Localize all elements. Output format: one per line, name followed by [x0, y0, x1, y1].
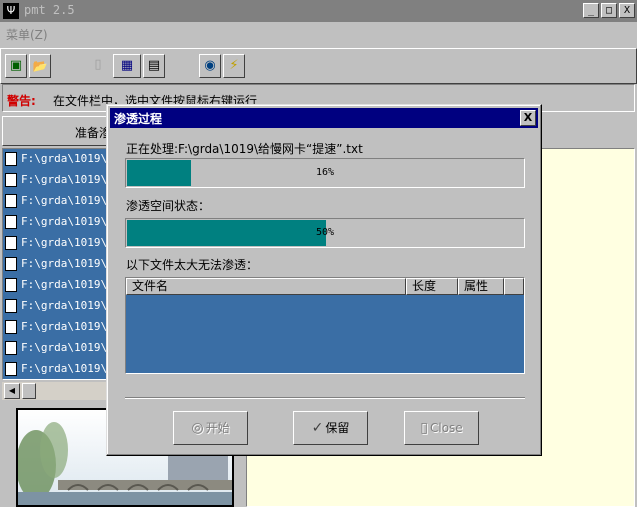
file-path: F:\grda\1019\巧 [21, 320, 119, 333]
circle-arrows-icon: ◎ [191, 420, 204, 436]
dialog-close-button[interactable]: X [520, 110, 536, 126]
file-icon [5, 152, 17, 166]
space-status-label: 渗透空间状态： [126, 199, 211, 213]
menu-item-main[interactable]: 菜单(Z) [6, 26, 48, 43]
file-path: F:\grda\1019\巧 [21, 341, 119, 354]
column-header-attributes[interactable]: 属性 [458, 278, 504, 295]
file-icon [5, 362, 17, 376]
file-path: F:\grda\1019\刷 [21, 194, 119, 207]
start-button[interactable]: ◎ 开始 [173, 411, 248, 445]
toolbar: ▣ 📂 ▯ ▦ ▤ ◉ ⚡ [0, 48, 637, 84]
file-path: F:\grda\1019\导 [21, 278, 119, 291]
file-path: F:\grda\1019\如 [21, 299, 119, 312]
globe-user-icon: ◉ [204, 58, 216, 73]
globe-user-button[interactable]: ◉ [199, 54, 221, 78]
grid-options-button[interactable]: ▦ [113, 54, 141, 78]
file-path: F:\grda\1019\刷 [21, 236, 119, 249]
keep-button[interactable]: ✓ 保留 [293, 411, 368, 445]
open-folder-button[interactable]: 📂 [29, 54, 51, 78]
file-path: F:\grda\1019\短 [21, 362, 119, 375]
file-icon [5, 173, 17, 187]
file-icon [5, 257, 17, 271]
close-icon: X [523, 111, 533, 124]
scroll-left-button[interactable]: ◀ [4, 383, 20, 399]
file-icon [5, 236, 17, 250]
save-button[interactable]: ▤ [143, 54, 165, 78]
close-button[interactable]: ▯ Close [404, 411, 479, 445]
app-logo-icon: Ψ [3, 3, 19, 19]
file-path: F:\grda\1019\刷 [21, 173, 119, 186]
start-button-label: 开始 [205, 421, 230, 435]
folder-open-icon: 📂 [32, 59, 48, 73]
column-header-filename[interactable]: 文件名 [126, 278, 406, 295]
disabled-tool-button[interactable]: ▯ [87, 54, 109, 78]
menu-bar: 菜单(Z) [0, 22, 637, 46]
scroll-thumb[interactable] [22, 383, 36, 399]
keep-button-label: 保留 [325, 421, 350, 435]
space-progress-bar: 50% [125, 218, 525, 248]
picture-icon: ▣ [9, 58, 23, 73]
picture-button[interactable]: ▣ [5, 54, 27, 78]
dialog-separator [125, 397, 525, 399]
file-path: F:\grda\1019\给 [21, 152, 119, 165]
main-titlebar: Ψ pmt 2.5 _ □ X [0, 0, 637, 22]
file-icon [5, 215, 17, 229]
file-path: F:\grda\1019\宽 [21, 257, 119, 270]
grid-options-icon: ▦ [120, 58, 134, 73]
file-icon [5, 194, 17, 208]
door-icon: ▯ [420, 420, 428, 436]
file-path: F:\grda\1019\刷 [21, 215, 119, 228]
arrow-left-icon: ◀ [8, 386, 16, 395]
file-progress-text: 16% [315, 167, 335, 178]
disabled-tool-icon: ▯ [94, 57, 102, 72]
window-title: pmt 2.5 [24, 3, 75, 17]
processing-label: 正在处理:F:\grda\1019\给慢网卡“提速”.txt [126, 142, 363, 156]
save-icon: ▤ [147, 58, 161, 73]
dialog-title: 渗透过程 [114, 112, 163, 126]
warning-label: 警告: [7, 94, 36, 108]
column-header-length[interactable]: 长度 [406, 278, 458, 295]
close-window-button[interactable]: X [619, 3, 635, 18]
too-large-files-table[interactable]: 文件名 长度 属性 [125, 277, 525, 374]
minimize-button[interactable]: _ [583, 3, 599, 18]
file-icon [5, 320, 17, 334]
lightning-button[interactable]: ⚡ [223, 54, 245, 78]
space-progress-text: 50% [315, 227, 335, 238]
file-icon [5, 278, 17, 292]
file-icon [5, 299, 17, 313]
file-progress-bar: 16% [125, 158, 525, 188]
column-header-filler [504, 278, 524, 295]
too-large-label: 以下文件太大无法渗透： [126, 258, 259, 272]
dialog-titlebar: 渗透过程 X [110, 108, 538, 128]
file-icon [5, 341, 17, 355]
infiltration-progress-dialog: 渗透过程 X 正在处理:F:\grda\1019\给慢网卡“提速”.txt 16… [106, 104, 542, 456]
lightning-icon: ⚡ [229, 58, 239, 73]
checkmark-icon: ✓ [311, 420, 324, 436]
maximize-button[interactable]: □ [601, 3, 617, 18]
close-button-label: Close [430, 421, 463, 435]
